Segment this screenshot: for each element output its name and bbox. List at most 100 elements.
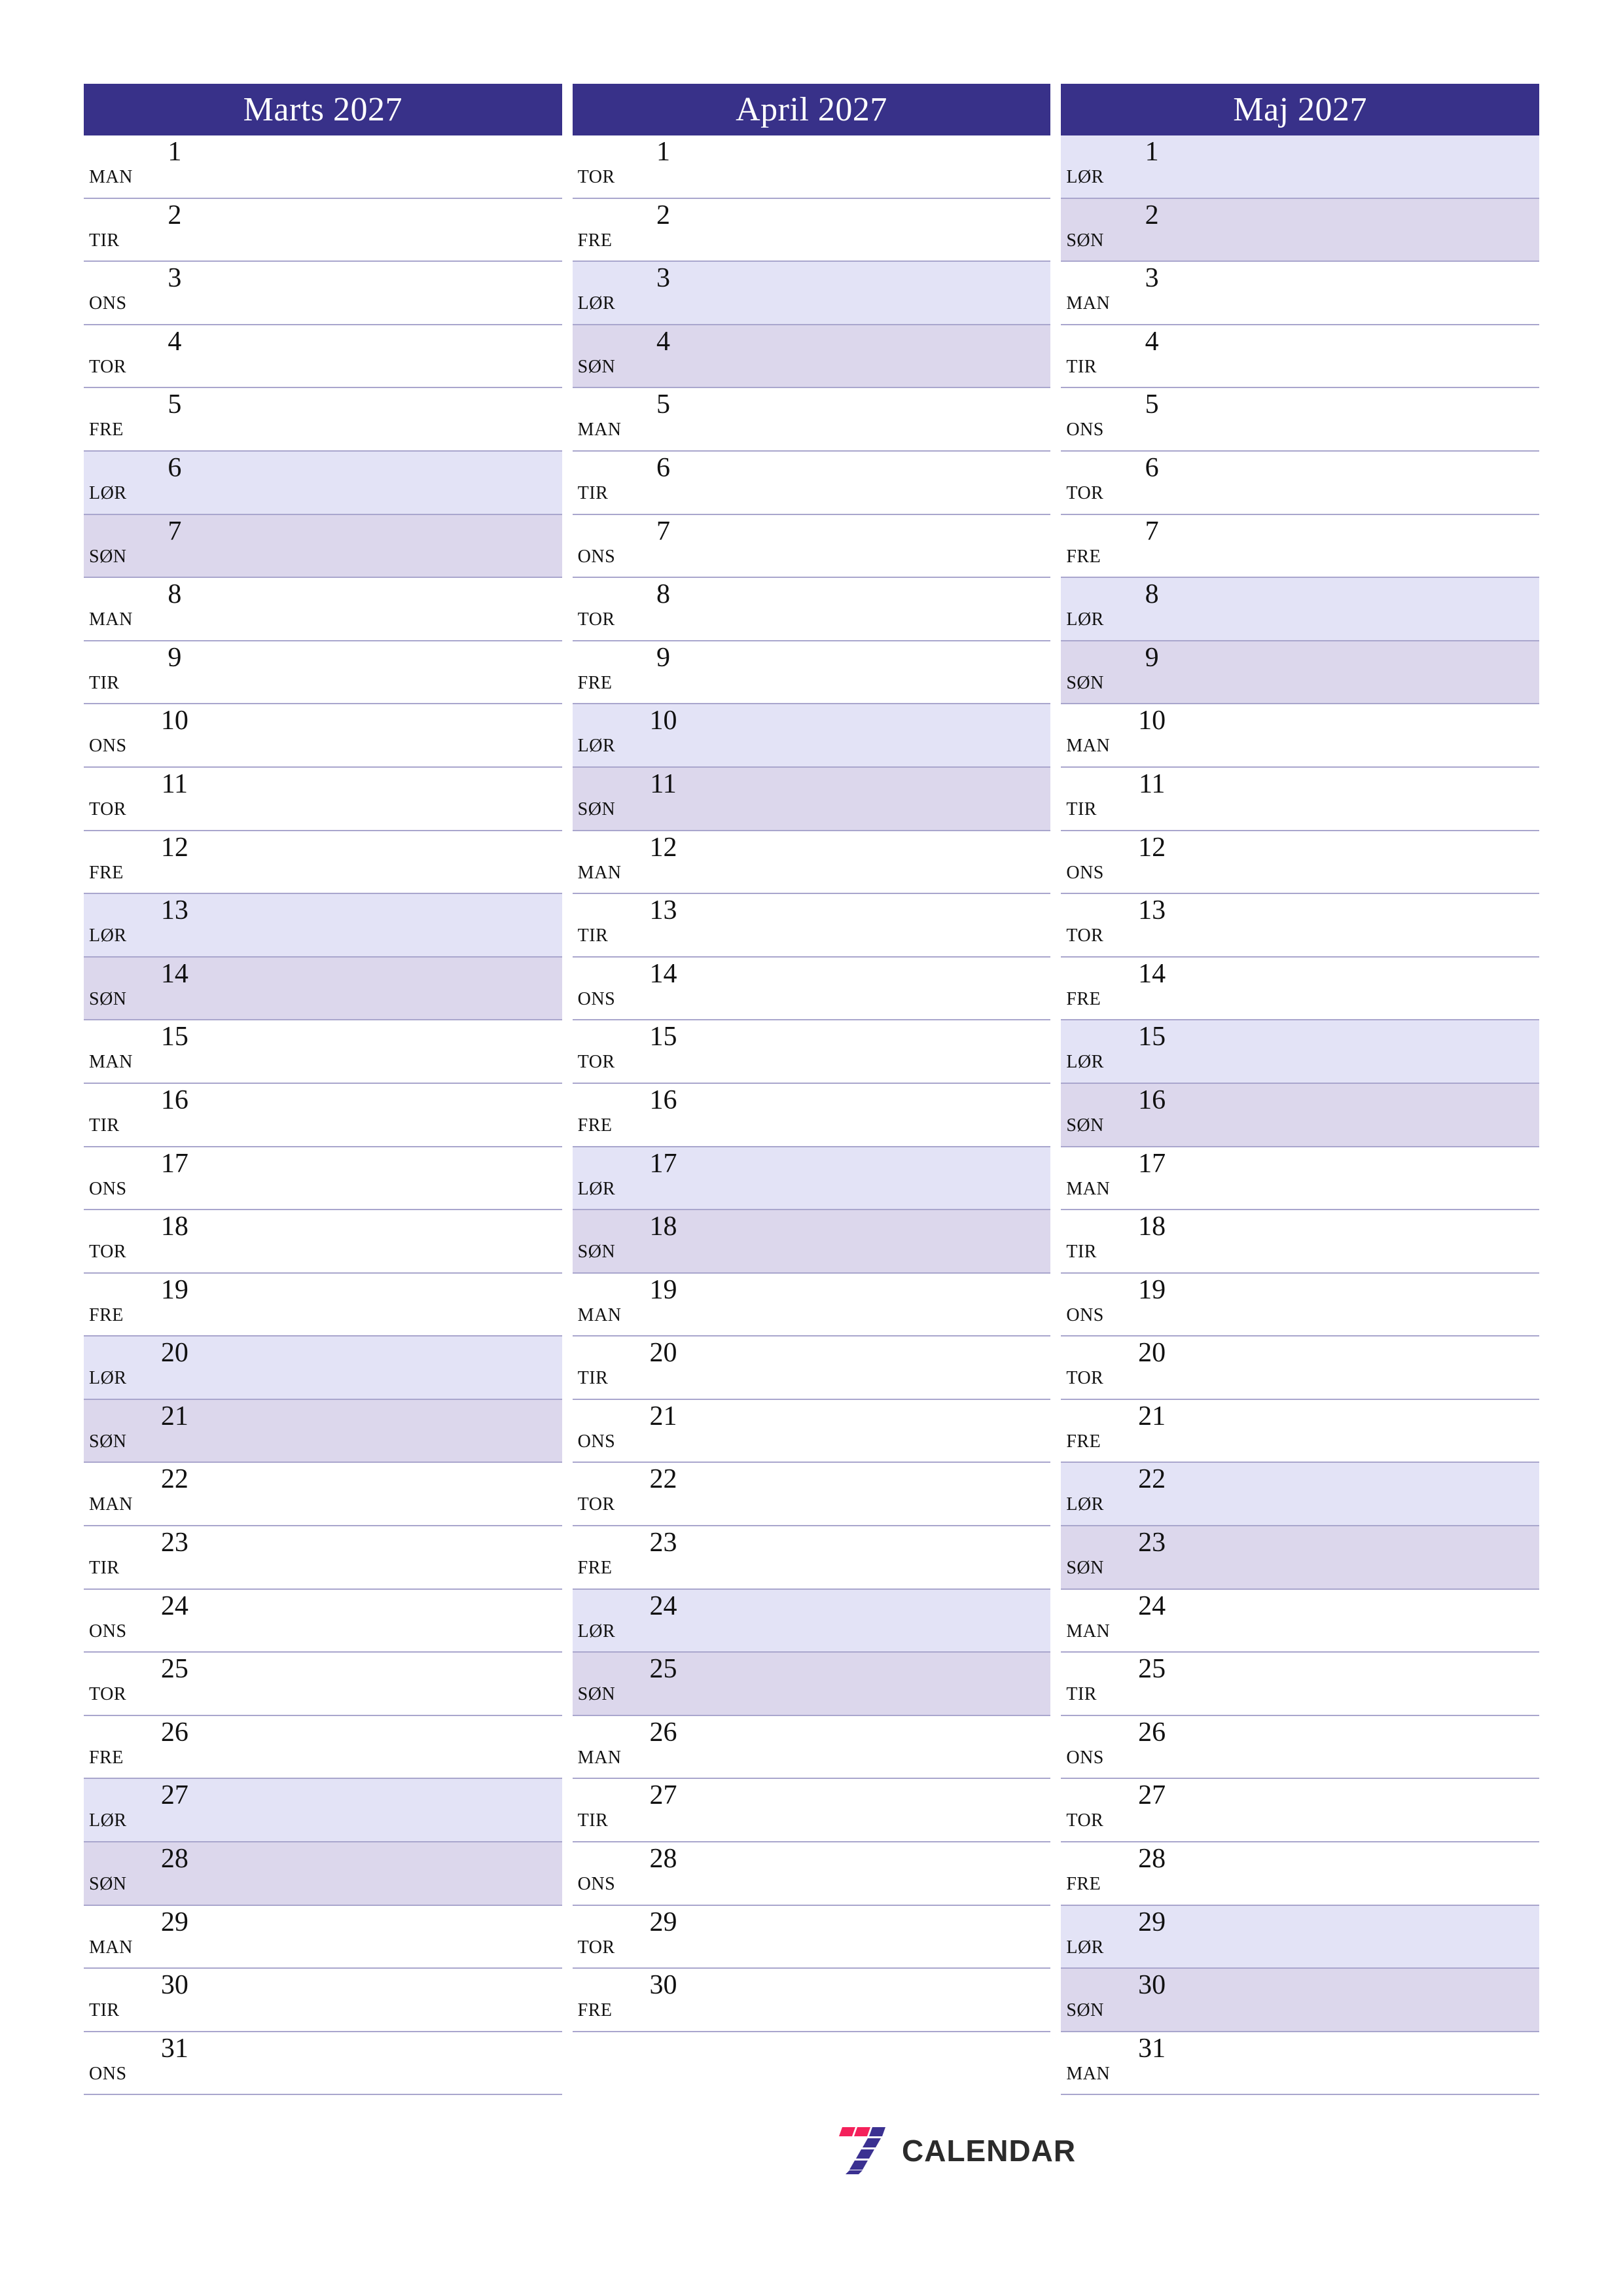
day-number: 6 bbox=[656, 452, 670, 483]
month-column-marts: Marts 2027 1 MAN 2 TIR 3 ONS 4 TOR 5 FRE 6 LØR 7 SØN 8… bbox=[84, 84, 562, 2096]
day-weekday-label: ONS bbox=[89, 293, 127, 314]
day-weekday-label: TOR bbox=[1066, 1810, 1104, 1831]
day-number: 25 bbox=[160, 1654, 188, 1685]
day-weekday-label: MAN bbox=[1066, 1621, 1111, 1641]
day-number: 31 bbox=[160, 2033, 188, 2064]
day-number: 30 bbox=[160, 1970, 188, 2001]
month-title-marts: Marts 2027 bbox=[84, 84, 562, 135]
day-row: 30 TIR bbox=[84, 1969, 562, 2032]
day-number: 26 bbox=[649, 1717, 677, 1748]
day-weekday-label: MAN bbox=[1066, 2063, 1111, 2084]
day-row: 17 LØR bbox=[572, 1147, 1051, 1211]
day-row: 19 MAN bbox=[572, 1273, 1051, 1337]
day-number: 6 bbox=[168, 452, 182, 483]
day-number: 18 bbox=[160, 1211, 188, 1242]
day-row: 15 TOR bbox=[572, 1020, 1051, 1084]
day-number: 31 bbox=[1138, 2033, 1166, 2064]
day-row: 3 MAN bbox=[1061, 262, 1540, 325]
day-row: 19 FRE bbox=[84, 1273, 562, 1337]
day-row: 18 SØN bbox=[572, 1210, 1051, 1274]
day-number: 25 bbox=[1138, 1654, 1166, 1685]
day-number: 9 bbox=[168, 642, 182, 673]
day-row: 27 TIR bbox=[572, 1779, 1051, 1843]
day-weekday-label: ONS bbox=[89, 736, 127, 757]
day-row: 5 ONS bbox=[1061, 388, 1540, 452]
day-weekday-label: SØN bbox=[1066, 1115, 1104, 1136]
day-number: 7 bbox=[1145, 516, 1159, 547]
day-row: 12 FRE bbox=[84, 831, 562, 895]
day-row: 14 SØN bbox=[84, 957, 562, 1021]
day-weekday-label: SØN bbox=[1066, 1558, 1104, 1579]
day-row: 31 MAN bbox=[1061, 2032, 1540, 2096]
day-number: 29 bbox=[1138, 1907, 1166, 1937]
seven-stripes-logo-icon bbox=[834, 2126, 890, 2176]
day-number: 22 bbox=[1138, 1464, 1166, 1495]
day-weekday-label: SØN bbox=[577, 798, 616, 819]
day-weekday-label: TOR bbox=[1066, 482, 1104, 503]
day-row: 23 SØN bbox=[1061, 1526, 1540, 1590]
day-number: 18 bbox=[1138, 1211, 1166, 1242]
day-weekday-label: LØR bbox=[577, 1178, 616, 1199]
day-number: 17 bbox=[1138, 1148, 1166, 1179]
day-row: 18 TIR bbox=[1061, 1210, 1540, 1274]
day-number: 5 bbox=[656, 389, 670, 420]
day-weekday-label: FRE bbox=[577, 2000, 613, 2021]
day-weekday-label: TIR bbox=[89, 1558, 120, 1579]
day-row: 14 FRE bbox=[1061, 957, 1540, 1021]
day-weekday-label: LØR bbox=[577, 736, 616, 757]
day-row: 16 TIR bbox=[84, 1083, 562, 1147]
day-row: 10 LØR bbox=[572, 704, 1051, 768]
day-number: 21 bbox=[1138, 1401, 1166, 1431]
day-row: 10 ONS bbox=[84, 704, 562, 768]
day-number: 13 bbox=[1138, 895, 1166, 926]
day-weekday-label: SØN bbox=[577, 1684, 616, 1705]
day-number: 8 bbox=[168, 579, 182, 610]
day-number: 27 bbox=[1138, 1780, 1166, 1811]
day-row: 28 ONS bbox=[572, 1842, 1051, 1906]
day-row: 1 LØR bbox=[1061, 135, 1540, 199]
day-number: 22 bbox=[649, 1464, 677, 1495]
day-row: 14 ONS bbox=[572, 957, 1051, 1021]
day-number: 23 bbox=[160, 1528, 188, 1558]
day-row: 2 SØN bbox=[1061, 198, 1540, 262]
day-number: 16 bbox=[1138, 1085, 1166, 1115]
day-weekday-label: MAN bbox=[89, 1494, 133, 1515]
day-weekday-label: ONS bbox=[577, 988, 616, 1009]
day-number: 5 bbox=[1145, 389, 1159, 420]
day-row: 27 LØR bbox=[84, 1779, 562, 1843]
day-number: 13 bbox=[649, 895, 677, 926]
day-row: 26 ONS bbox=[1061, 1715, 1540, 1780]
day-row: 5 FRE bbox=[84, 388, 562, 452]
day-number: 10 bbox=[1138, 706, 1166, 736]
day-weekday-label: MAN bbox=[1066, 736, 1111, 757]
day-number: 18 bbox=[649, 1211, 677, 1242]
day-number: 3 bbox=[1145, 263, 1159, 294]
day-row: 19 ONS bbox=[1061, 1273, 1540, 1337]
day-row: 17 MAN bbox=[1061, 1147, 1540, 1211]
day-weekday-label: SØN bbox=[577, 356, 616, 377]
day-row: 23 FRE bbox=[572, 1526, 1051, 1590]
day-row: 5 MAN bbox=[572, 388, 1051, 452]
day-list-marts: 1 MAN 2 TIR 3 ONS 4 TOR 5 FRE 6 LØR 7 SØN 8 MAN 9 TIR 10 ON… bbox=[84, 135, 562, 2096]
day-number: 4 bbox=[656, 326, 670, 357]
day-weekday-label: MAN bbox=[89, 609, 133, 630]
day-weekday-label: SØN bbox=[89, 1431, 127, 1452]
day-weekday-label: FRE bbox=[1066, 988, 1101, 1009]
day-weekday-label: FRE bbox=[89, 1304, 124, 1325]
day-weekday-label: ONS bbox=[1066, 420, 1104, 440]
day-weekday-label: TOR bbox=[1066, 1368, 1104, 1389]
day-number: 2 bbox=[1145, 200, 1159, 230]
day-row: 7 ONS bbox=[572, 514, 1051, 579]
day-number: 20 bbox=[1138, 1338, 1166, 1369]
day-number: 12 bbox=[160, 832, 188, 863]
day-number: 17 bbox=[649, 1148, 677, 1179]
day-weekday-label: ONS bbox=[1066, 862, 1104, 883]
day-number: 8 bbox=[656, 579, 670, 610]
day-number: 29 bbox=[649, 1907, 677, 1937]
day-number: 4 bbox=[1145, 326, 1159, 357]
day-weekday-label: TOR bbox=[577, 1937, 615, 1958]
day-number: 26 bbox=[160, 1717, 188, 1748]
day-number: 11 bbox=[161, 768, 188, 799]
day-weekday-label: FRE bbox=[1066, 546, 1101, 567]
month-title-april: April 2027 bbox=[572, 84, 1051, 135]
